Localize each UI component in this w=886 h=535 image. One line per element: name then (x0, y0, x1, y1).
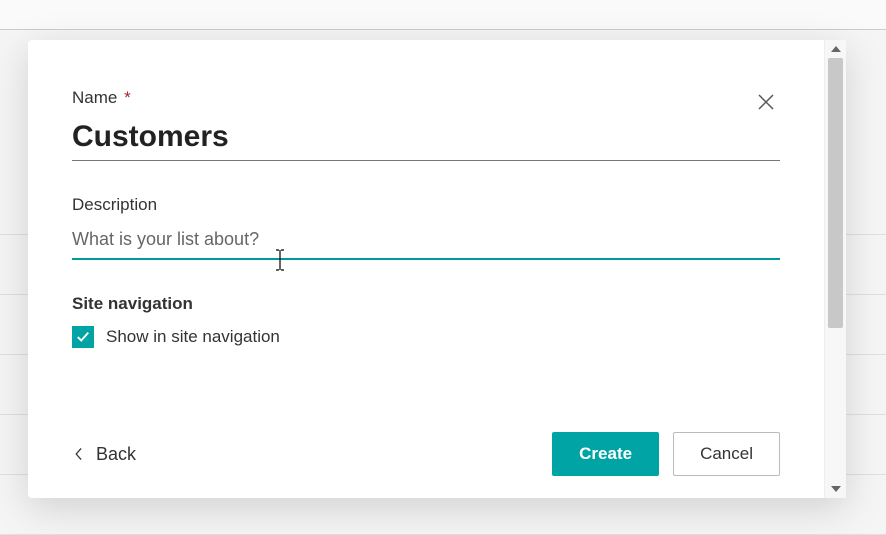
arrow-down-icon (831, 486, 841, 492)
show-in-nav-row: Show in site navigation (72, 326, 780, 348)
close-icon (758, 94, 774, 110)
site-navigation-title: Site navigation (72, 294, 780, 314)
required-indicator: * (124, 88, 131, 107)
scroll-down-button[interactable] (825, 480, 846, 498)
create-button[interactable]: Create (552, 432, 659, 476)
dialog-body: Name * Description Site navigation Show … (28, 40, 824, 498)
name-input[interactable] (72, 116, 780, 161)
dialog-scrollbar[interactable] (824, 40, 846, 498)
show-in-nav-label: Show in site navigation (106, 327, 280, 347)
site-navigation-section: Site navigation Show in site navigation (72, 294, 780, 348)
name-field: Name * (72, 88, 780, 161)
checkmark-icon (76, 330, 90, 344)
name-label-text: Name (72, 88, 117, 107)
back-label: Back (96, 444, 136, 465)
cancel-button[interactable]: Cancel (673, 432, 780, 476)
back-button[interactable]: Back (72, 444, 136, 465)
description-label: Description (72, 195, 780, 215)
close-button[interactable] (752, 88, 780, 116)
name-label: Name * (72, 88, 780, 108)
chevron-left-icon (72, 447, 86, 461)
description-field: Description (72, 195, 780, 260)
scroll-up-button[interactable] (825, 40, 846, 58)
description-input[interactable] (72, 223, 780, 260)
scroll-thumb[interactable] (828, 58, 843, 328)
arrow-up-icon (831, 46, 841, 52)
show-in-nav-checkbox[interactable] (72, 326, 94, 348)
create-list-dialog: Name * Description Site navigation Show … (28, 40, 846, 498)
dialog-footer: Back Create Cancel (72, 432, 780, 476)
dialog-actions: Create Cancel (552, 432, 780, 476)
